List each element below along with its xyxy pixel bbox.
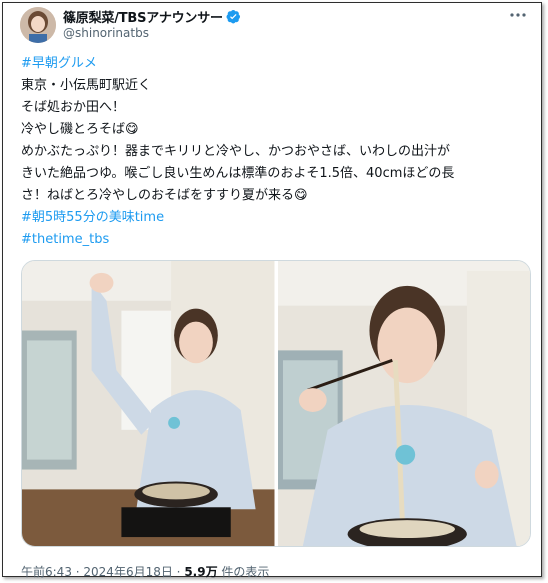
text-line-2: そば処おか田へ！ xyxy=(21,100,126,115)
savoring-emoji: 😋 xyxy=(125,122,139,137)
verified-badge-icon xyxy=(226,9,240,23)
hashtag-morning-gourmet[interactable]: #早朝グルメ xyxy=(21,56,97,71)
text-line-3: 冷やし磯とろそば😋 xyxy=(21,119,529,141)
photo-2[interactable] xyxy=(277,261,530,546)
author-row: 篠原梨菜/TBSアナウンサー xyxy=(63,7,241,26)
tweet-card: 篠原梨菜/TBSアナウンサー @shinorinatbs #早朝グルメ 東京・小… xyxy=(2,2,542,580)
text-line-3-label: 冷やし磯とろそば xyxy=(21,122,126,137)
photo-2-image xyxy=(277,261,530,546)
tweet-header: 篠原梨菜/TBSアナウンサー @shinorinatbs xyxy=(3,3,541,49)
hashtag-thetime[interactable]: #thetime_tbs xyxy=(21,232,109,247)
view-count: 5.9万 xyxy=(184,565,218,579)
text-line-4c-label: さ！ねばとろ冷やしのおそばをすすり夏が来る xyxy=(21,188,295,203)
meta-separator-2: · xyxy=(172,565,185,579)
author-handle[interactable]: @shinorinatbs xyxy=(63,26,149,40)
post-date[interactable]: 2024年6月18日 xyxy=(83,565,172,579)
hashtag-morning-time[interactable]: #朝5時55分の美味time xyxy=(21,210,164,225)
tweet-text: #早朝グルメ 東京・小伝馬町駅近く そば処おか田へ！ 冷やし磯とろそば😋 めかぶ… xyxy=(21,53,529,251)
text-line-1: 東京・小伝馬町駅近く xyxy=(21,78,152,93)
view-label: 件の表示 xyxy=(217,565,270,579)
media-grid xyxy=(21,260,531,547)
text-line-4c: さ！ねばとろ冷やしのおそばをすすり夏が来る😋 xyxy=(21,185,529,207)
tweet-meta: 午前6:43 · 2024年6月18日 · 5.9万 件の表示 xyxy=(21,563,269,580)
savoring-emoji-2: 😋 xyxy=(294,188,308,203)
more-options-icon[interactable] xyxy=(509,9,527,21)
author-name[interactable]: 篠原梨菜/TBSアナウンサー xyxy=(63,7,223,26)
avatar[interactable] xyxy=(20,7,56,43)
text-line-4a: めかぶたっぷり！器までキリリと冷やし、かつおやさば、いわしの出汁が xyxy=(21,144,451,159)
meta-separator-1: · xyxy=(71,565,84,579)
text-line-4b: きいた絶品つゆ。喉ごし良い生めんは標準のおよそ1.5倍、40cmほどの長 xyxy=(21,166,455,181)
post-time[interactable]: 午前6:43 xyxy=(21,565,72,579)
photo-1-image xyxy=(22,261,275,546)
photo-1[interactable] xyxy=(22,261,275,546)
